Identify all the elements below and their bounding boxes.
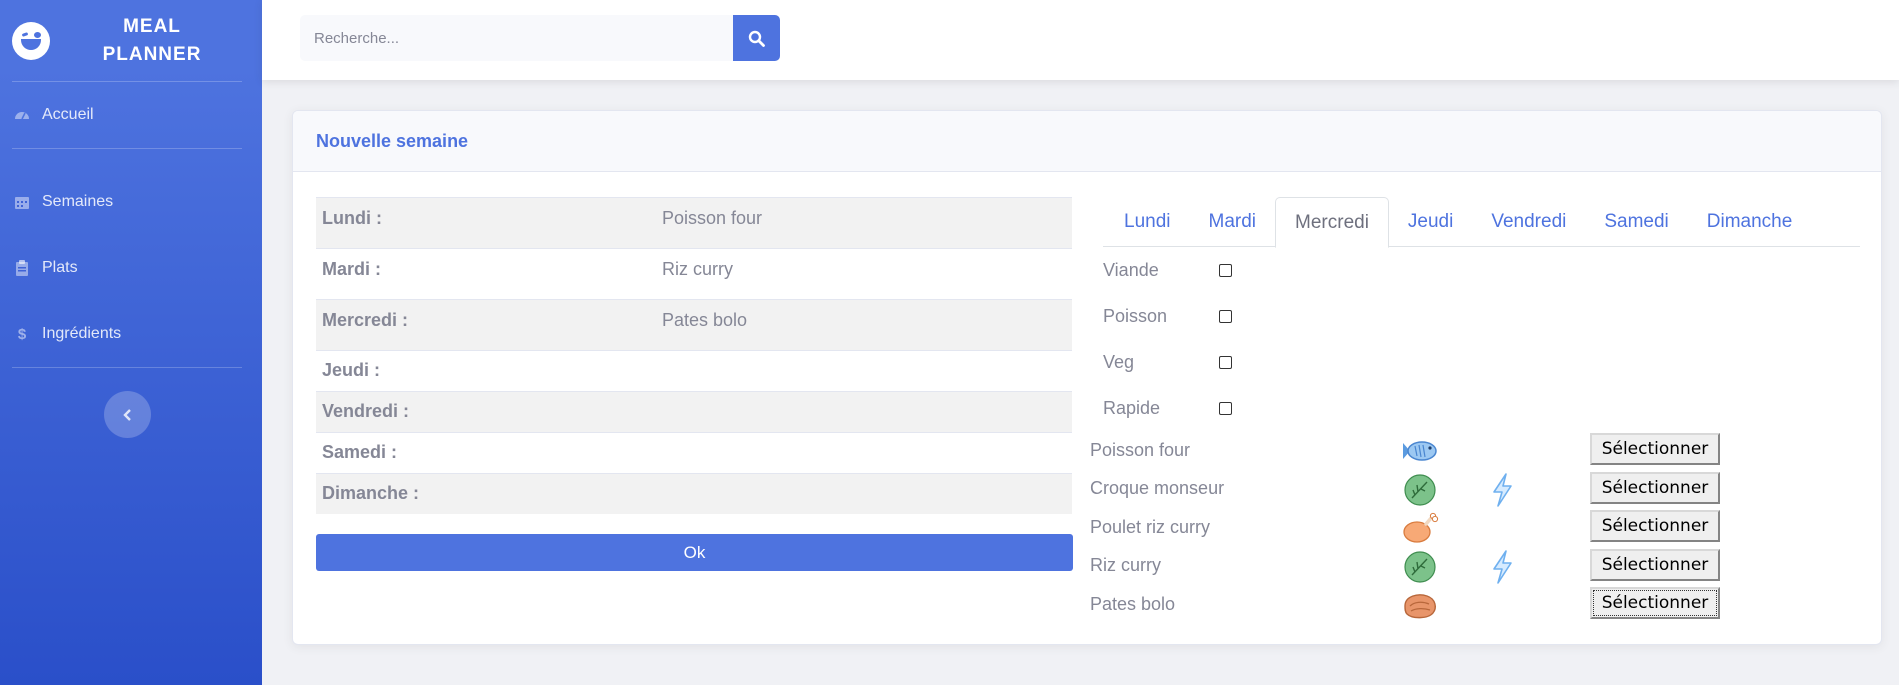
sidebar-item-plats[interactable]: Plats (0, 235, 262, 301)
search-button[interactable] (733, 15, 780, 61)
day-meal: Pates bolo (662, 310, 748, 330)
week-row-samedi: Samedi : (316, 432, 1072, 473)
day-label: Mercredi : (322, 310, 409, 330)
dish-name: Croque monseur (1090, 478, 1225, 499)
card-title: Nouvelle semaine (316, 130, 469, 151)
calendar-icon (14, 194, 30, 210)
sidebar-item-semaines[interactable]: Semaines (0, 169, 262, 235)
dish-row: Pates bolo Sélectionner (1090, 585, 1740, 624)
tab-lundi[interactable]: Lundi (1105, 197, 1190, 247)
filters: Viande Poisson Veg Rapide (1103, 247, 1232, 431)
lightning-icon (1493, 472, 1512, 507)
brand-line-2: PLANNER (102, 43, 202, 65)
tab-samedi[interactable]: Samedi (1585, 197, 1687, 247)
clipboard-icon (14, 260, 30, 276)
week-row-lundi: Lundi : Poisson four (316, 197, 1072, 248)
sidebar-item-ingredients[interactable]: $ Ingrédients (0, 301, 262, 367)
dish-row: Poulet riz curry Sélectionner (1090, 508, 1740, 547)
sidebar-item-label: Plats (42, 259, 78, 276)
dollar-icon: $ (17, 326, 27, 343)
select-button[interactable]: Sélectionner (1590, 471, 1720, 504)
day-label: Jeudi : (322, 360, 381, 380)
dish-row: Riz curry Sélectionner (1090, 547, 1740, 586)
tab-vendredi[interactable]: Vendredi (1472, 197, 1585, 247)
filter-rapide: Rapide (1103, 385, 1232, 431)
day-meal: Poisson four (662, 208, 763, 228)
day-label: Samedi : (322, 442, 398, 462)
filter-viande: Viande (1103, 247, 1232, 293)
dish-row: Poisson four Sélectionner (1090, 431, 1740, 470)
day-label: Vendredi : (322, 401, 410, 421)
week-row-mercredi: Mercredi : Pates bolo (316, 299, 1072, 350)
ok-button[interactable]: Ok (316, 534, 1073, 571)
day-meal (662, 351, 1072, 391)
steak-icon (1404, 594, 1436, 619)
dish-name: Poisson four (1090, 439, 1191, 460)
week-row-vendredi: Vendredi : (316, 391, 1072, 432)
day-meal (662, 392, 1072, 432)
day-meal (662, 474, 1072, 514)
tab-mardi[interactable]: Mardi (1190, 197, 1276, 247)
brand[interactable]: MEAL PLANNER (0, 0, 262, 81)
sidebar-item-label: Accueil (42, 106, 94, 123)
dish-name: Poulet riz curry (1090, 516, 1211, 537)
sidebar-divider (12, 367, 242, 368)
fish-icon (1403, 441, 1437, 461)
select-button[interactable]: Sélectionner (1590, 510, 1720, 542)
dish-row: Croque monseur Sélectionner (1090, 470, 1740, 509)
select-button[interactable]: Sélectionner (1590, 587, 1720, 619)
sidebar-item-accueil[interactable]: Accueil (0, 82, 262, 148)
filter-checkbox-veg[interactable] (1219, 355, 1232, 369)
search-input[interactable] (300, 15, 733, 61)
filter-checkbox-poisson[interactable] (1219, 309, 1232, 323)
tab-mercredi[interactable]: Mercredi (1275, 197, 1389, 248)
day-meal (662, 433, 1072, 473)
filter-checkbox-rapide[interactable] (1219, 401, 1232, 415)
tab-dimanche[interactable]: Dimanche (1688, 197, 1812, 247)
filter-label: Veg (1103, 351, 1135, 372)
filter-poisson: Poisson (1103, 293, 1232, 339)
week-row-mardi: Mardi : Riz curry (316, 248, 1072, 299)
filter-checkbox-viande[interactable] (1219, 263, 1232, 277)
search-bar (300, 15, 780, 61)
day-label: Mardi : (322, 259, 382, 279)
day-label: Dimanche : (322, 483, 420, 503)
brand-line-1: MEAL (123, 15, 181, 37)
leaf-icon (1404, 550, 1436, 583)
tab-jeudi[interactable]: Jeudi (1389, 197, 1472, 247)
card-header: Nouvelle semaine (293, 111, 1881, 172)
dish-name: Riz curry (1090, 555, 1161, 576)
dish-list: Poisson four Sélectionner Croque monseur… (1090, 431, 1740, 624)
dish-name: Pates bolo (1090, 593, 1176, 614)
sidebar-item-label: Ingrédients (42, 325, 122, 342)
week-row-dimanche: Dimanche : (316, 473, 1072, 514)
lightning-icon (1493, 549, 1512, 584)
chevron-left-icon (122, 408, 131, 421)
topbar (262, 0, 1899, 80)
filter-label: Viande (1103, 259, 1159, 280)
search-icon (748, 30, 765, 47)
sidebar-toggle-button[interactable] (104, 391, 151, 438)
filter-label: Rapide (1103, 397, 1161, 418)
tachometer-icon (14, 107, 30, 123)
new-week-card: Nouvelle semaine Lundi : Poisson four Ma… (292, 110, 1882, 645)
week-table: Lundi : Poisson four Mardi : Riz curry M… (316, 197, 1072, 514)
select-button[interactable]: Sélectionner (1590, 548, 1720, 581)
week-row-jeudi: Jeudi : (316, 350, 1072, 391)
chicken-icon (1403, 512, 1439, 543)
select-button[interactable]: Sélectionner (1590, 433, 1720, 465)
brand-name: MEAL PLANNER (50, 13, 254, 69)
filter-veg: Veg (1103, 339, 1232, 385)
sidebar: MEAL PLANNER Accueil Semaines Plats $ In… (0, 0, 262, 685)
laugh-wink-icon (12, 21, 50, 60)
filter-label: Poisson (1103, 305, 1168, 326)
day-meal: Riz curry (662, 259, 733, 279)
day-label: Lundi : (322, 208, 382, 228)
day-tabs: Lundi Mardi Mercredi Jeudi Vendredi Same… (1103, 197, 1860, 248)
leaf-icon (1404, 473, 1436, 506)
sidebar-item-label: Semaines (42, 193, 114, 210)
